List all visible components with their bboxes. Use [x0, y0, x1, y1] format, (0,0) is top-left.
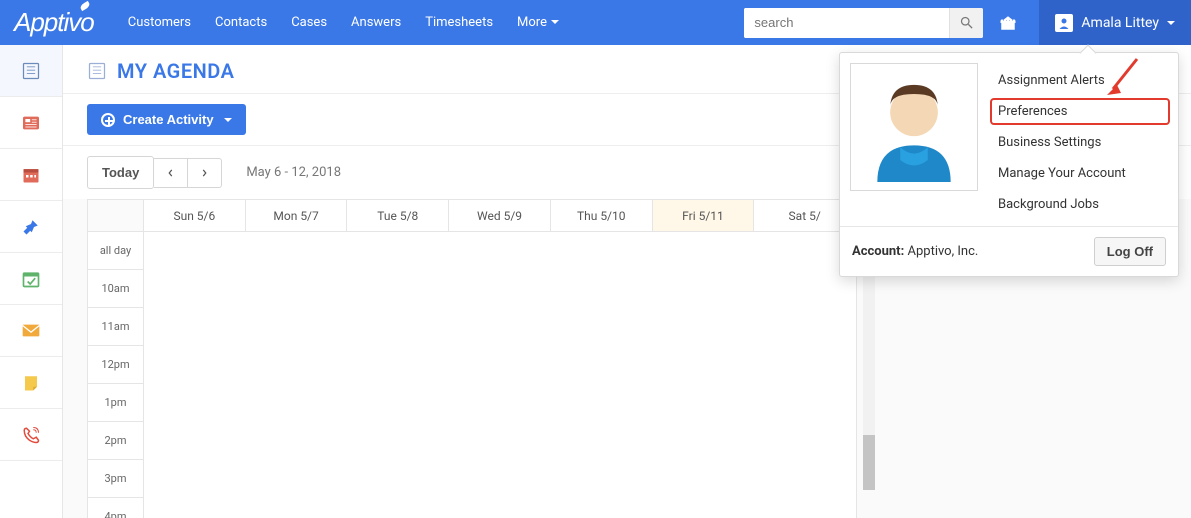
account-value: Apptivo, Inc.: [907, 244, 978, 259]
calendar-hour-row: 1pm: [88, 384, 856, 422]
hour-label: 10am: [88, 270, 144, 308]
user-avatar-small-icon: [1055, 14, 1073, 32]
user-menu-item[interactable]: Assignment Alerts: [992, 69, 1168, 92]
create-activity-button[interactable]: Create Activity: [87, 104, 246, 135]
rail-agenda[interactable]: [0, 45, 62, 97]
rail-pin[interactable]: [0, 201, 62, 253]
chevron-down-icon: [1167, 21, 1175, 29]
col-head: Thu 5/10: [551, 200, 653, 232]
user-menu-item[interactable]: Background Jobs: [992, 193, 1168, 216]
next-button[interactable]: [188, 158, 222, 188]
calendar-hour-row: 2pm: [88, 422, 856, 460]
calendar-check-icon: [21, 269, 41, 289]
search-button[interactable]: [949, 8, 983, 38]
user-menu-item[interactable]: Business Settings: [992, 131, 1168, 154]
hour-label: 3pm: [88, 460, 144, 498]
calendar-hour-row: 11am: [88, 308, 856, 346]
calendar-header-row: Sun 5/6 Mon 5/7 Tue 5/8 Wed 5/9 Thu 5/10…: [88, 200, 856, 232]
logoff-button[interactable]: Log Off: [1094, 237, 1166, 266]
date-nav-controls: Today: [87, 156, 222, 189]
plus-circle-icon: [101, 113, 115, 127]
account-label: Account:: [852, 244, 904, 259]
today-button[interactable]: Today: [87, 156, 154, 189]
hour-label: 1pm: [88, 384, 144, 422]
hour-label: 2pm: [88, 422, 144, 460]
rail-news[interactable]: [0, 97, 62, 149]
allday-label: all day: [88, 232, 144, 270]
user-dropdown-panel: Assignment Alerts Preferences Business Set…: [839, 52, 1179, 277]
col-head: Wed 5/9: [449, 200, 551, 232]
user-menu-item[interactable]: Manage Your Account: [992, 162, 1168, 185]
hour-label: 11am: [88, 308, 144, 346]
rail-calendar-check[interactable]: [0, 253, 62, 305]
primary-nav: Customers Contacts Cases Answers Timeshe…: [118, 9, 569, 36]
mail-icon: [21, 323, 41, 338]
chevron-down-icon: [224, 118, 232, 126]
allday-row: all day: [88, 232, 856, 270]
brand-name: Apptivo: [14, 7, 94, 37]
hour-label: 4pm: [88, 498, 144, 518]
nav-more-label: More: [517, 15, 547, 30]
calendar-grid: Sun 5/6 Mon 5/7 Tue 5/8 Wed 5/9 Thu 5/10…: [87, 199, 857, 518]
calendar-hour-row: 4pm: [88, 498, 856, 518]
chevron-left-icon: [168, 167, 173, 179]
hour-label: 12pm: [88, 346, 144, 384]
user-name: Amala Littey: [1081, 15, 1159, 31]
search-icon: [959, 15, 974, 30]
nav-timesheets[interactable]: Timesheets: [415, 9, 503, 36]
nav-cases[interactable]: Cases: [281, 9, 337, 36]
store-icon: [999, 14, 1017, 32]
user-menu-button[interactable]: Amala Littey: [1039, 0, 1191, 45]
create-activity-label: Create Activity: [123, 112, 214, 127]
col-head: Tue 5/8: [347, 200, 449, 232]
rail-note[interactable]: [0, 357, 62, 409]
user-avatar-large: [850, 63, 978, 191]
calendar-hour-row: 12pm: [88, 346, 856, 384]
rail-mail[interactable]: [0, 305, 62, 357]
nav-more[interactable]: More: [507, 9, 569, 36]
rail-calendar[interactable]: [0, 149, 62, 201]
scrollbar-thumb[interactable]: [863, 435, 875, 490]
top-nav: Apptivo Customers Contacts Cases Answers…: [0, 0, 1191, 45]
search-input[interactable]: [744, 8, 949, 38]
news-icon: [21, 115, 41, 131]
col-head: Mon 5/7: [246, 200, 348, 232]
account-line: Account: Apptivo, Inc.: [852, 244, 978, 259]
nav-contacts[interactable]: Contacts: [205, 9, 277, 36]
agenda-icon: [87, 61, 107, 81]
col-head: Sun 5/6: [144, 200, 246, 232]
phone-icon: [22, 426, 40, 444]
chevron-down-icon: [551, 20, 559, 28]
brand-logo: Apptivo: [14, 7, 102, 38]
chevron-right-icon: [202, 167, 207, 179]
col-head-today: Fri 5/11: [653, 200, 755, 232]
nav-answers[interactable]: Answers: [341, 9, 411, 36]
user-menu-list: Assignment Alerts Preferences Business Set…: [992, 63, 1168, 216]
left-rail: [0, 45, 63, 518]
pin-icon: [22, 218, 40, 236]
prev-button[interactable]: [154, 158, 188, 188]
date-range-label: May 6 - 12, 2018: [246, 165, 341, 180]
user-menu-item[interactable]: Preferences: [992, 100, 1168, 123]
agenda-icon: [21, 61, 41, 81]
avatar-icon: [859, 72, 969, 182]
apps-button[interactable]: [991, 8, 1025, 38]
calendar-hour-row: 10am: [88, 270, 856, 308]
calendar-hour-row: 3pm: [88, 460, 856, 498]
nav-customers[interactable]: Customers: [118, 9, 201, 36]
search-box: [744, 8, 983, 38]
page-title: MY AGENDA: [117, 59, 234, 83]
rail-phone[interactable]: [0, 409, 62, 461]
note-icon: [22, 374, 40, 392]
calendar-month-icon: [21, 165, 41, 185]
calendar-scroll[interactable]: 10am11am12pm1pm2pm3pm4pm: [88, 270, 856, 518]
